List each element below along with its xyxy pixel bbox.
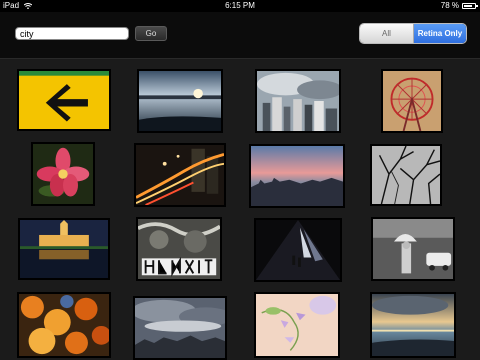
photo-thumbnail-sunset-city-view[interactable] [249,144,345,208]
clock: 6:15 PM [225,1,255,10]
battery-icon [462,3,478,9]
photo-thumbnail-street-umbrella-bw[interactable] [371,217,455,281]
toolbar: Go All Retina Only [0,12,480,59]
photo-thumbnail-autumn-leaves[interactable] [17,292,111,358]
photo-thumbnail-graffiti-wall[interactable] [136,217,222,281]
photo-thumbnail-harbor-sunset[interactable] [137,69,223,133]
photo-thumbnail-tunnel-figures[interactable] [254,218,342,282]
photo-thumbnail-palace-night-reflection[interactable] [18,218,110,280]
search-input[interactable] [15,27,129,40]
photo-thumbnail-city-skyline-clouds[interactable] [255,69,341,133]
photo-thumbnail-cloudy-cityscape[interactable] [133,296,227,360]
photo-thumbnail-bare-tree-branches[interactable] [370,144,442,206]
status-bar: iPad 6:15 PM 78 % [0,0,480,12]
photo-thumbnail-pastel-flowers[interactable] [254,292,340,358]
photo-thumbnail-pink-flower[interactable] [31,142,95,206]
photo-grid [0,59,480,360]
photo-thumbnail-beach-sunset[interactable] [370,292,456,358]
filter-all-segment[interactable]: All [360,24,414,43]
photo-thumbnail-ferris-wheel[interactable] [381,69,443,133]
go-button[interactable]: Go [135,26,167,41]
filter-segmented-control: All Retina Only [359,23,467,44]
photo-thumbnail-city-night-traffic[interactable] [134,143,226,207]
battery-percent: 78 % [440,1,459,10]
photo-thumbnail-yellow-arrow-sign[interactable] [17,69,111,131]
filter-retina-only-segment[interactable]: Retina Only [414,24,466,43]
